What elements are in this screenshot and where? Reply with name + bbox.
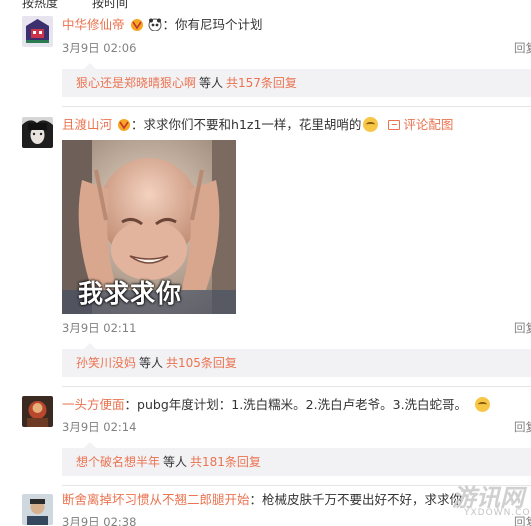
comment-text: 求求你们不要和h1z1一样，花里胡哨的	[143, 117, 362, 132]
sub-reply-username[interactable]: 想个破名想半年	[76, 455, 160, 469]
comment-time: 3月9日 02:06	[62, 41, 137, 55]
sub-reply-username[interactable]: 孙笑川没妈	[76, 356, 136, 370]
sub-replies-box[interactable]: 想个破名想半年 等人 共181条回复	[62, 442, 531, 476]
sort-tab-time[interactable]: 按时间	[92, 0, 128, 10]
comment-username[interactable]: 断舍离掉坏习惯从不翘二郎腿开始	[62, 492, 250, 507]
avatar[interactable]	[22, 117, 53, 148]
vip-badge-icon	[117, 118, 131, 131]
sub-replies-box[interactable]: 狠心还是郑晓晴狠心啊 等人 共157条回复	[62, 63, 531, 97]
sub-reply-username[interactable]: 狠心还是郑晓晴狠心啊	[76, 76, 196, 90]
reply-button[interactable]: 回复	[514, 419, 531, 435]
comment-text: 枪械皮肤千万不要出好不好，求求你	[262, 492, 463, 507]
watermark-domain: YXDOWN.COM	[464, 508, 531, 518]
comment-image[interactable]: 我求求你	[62, 140, 236, 314]
comment-time: 3月9日 02:38	[62, 515, 137, 526]
comment-username[interactable]: 中华修仙帝	[62, 17, 125, 32]
comment-username[interactable]: 且渡山河	[62, 117, 112, 132]
divider	[62, 386, 531, 387]
comment-time: 3月9日 02:14	[62, 420, 137, 434]
avatar[interactable]	[22, 16, 53, 47]
vip-badge-icon	[130, 18, 144, 31]
comment-line: 中华修仙帝 ：你有尼玛个计划	[62, 17, 263, 32]
image-caption: 我求求你	[78, 279, 183, 308]
reply-button[interactable]: 回复	[514, 320, 531, 336]
comment-line: 且渡山河 ：求求你们不要和h1z1一样，花里胡哨的 评论配图	[62, 117, 454, 132]
sort-tab-hot[interactable]: 按热度	[22, 0, 58, 10]
avatar[interactable]	[22, 396, 53, 427]
site-watermark: 游讯网 YXDOWN.COM	[452, 478, 531, 522]
sub-reply-count-link[interactable]: 共105条回复	[166, 356, 237, 370]
avatar[interactable]	[22, 494, 53, 525]
comment-line: 断舍离掉坏习惯从不翘二郎腿开始：枪械皮肤千万不要出好不好，求求你	[62, 492, 463, 507]
thinking-emoji-icon	[475, 397, 491, 412]
reply-button[interactable]: 回复	[514, 40, 531, 56]
divider	[62, 106, 531, 107]
sort-tabs-partial: 按热度 按时间	[0, 0, 531, 10]
panda-badge-icon	[148, 18, 162, 32]
comment-line: 一头方便面：pubg年度计划：1.洗白糯米。2.洗白卢老爷。3.洗白蛇哥。	[62, 397, 491, 413]
laughing-emoji-icon	[363, 117, 379, 132]
comment-text: pubg年度计划：1.洗白糯米。2.洗白卢老爷。3.洗白蛇哥。	[137, 397, 468, 412]
comment-username[interactable]: 一头方便面	[62, 397, 125, 412]
comment-picture-link[interactable]: 评论配图	[388, 117, 453, 132]
sub-reply-count-link[interactable]: 共181条回复	[190, 455, 261, 469]
picture-icon	[388, 120, 401, 130]
comment-text: 你有尼玛个计划	[175, 17, 263, 32]
sub-replies-box[interactable]: 孙笑川没妈 等人 共105条回复	[62, 343, 531, 377]
comment-time: 3月9日 02:11	[62, 321, 137, 335]
sub-reply-count-link[interactable]: 共157条回复	[226, 76, 297, 90]
